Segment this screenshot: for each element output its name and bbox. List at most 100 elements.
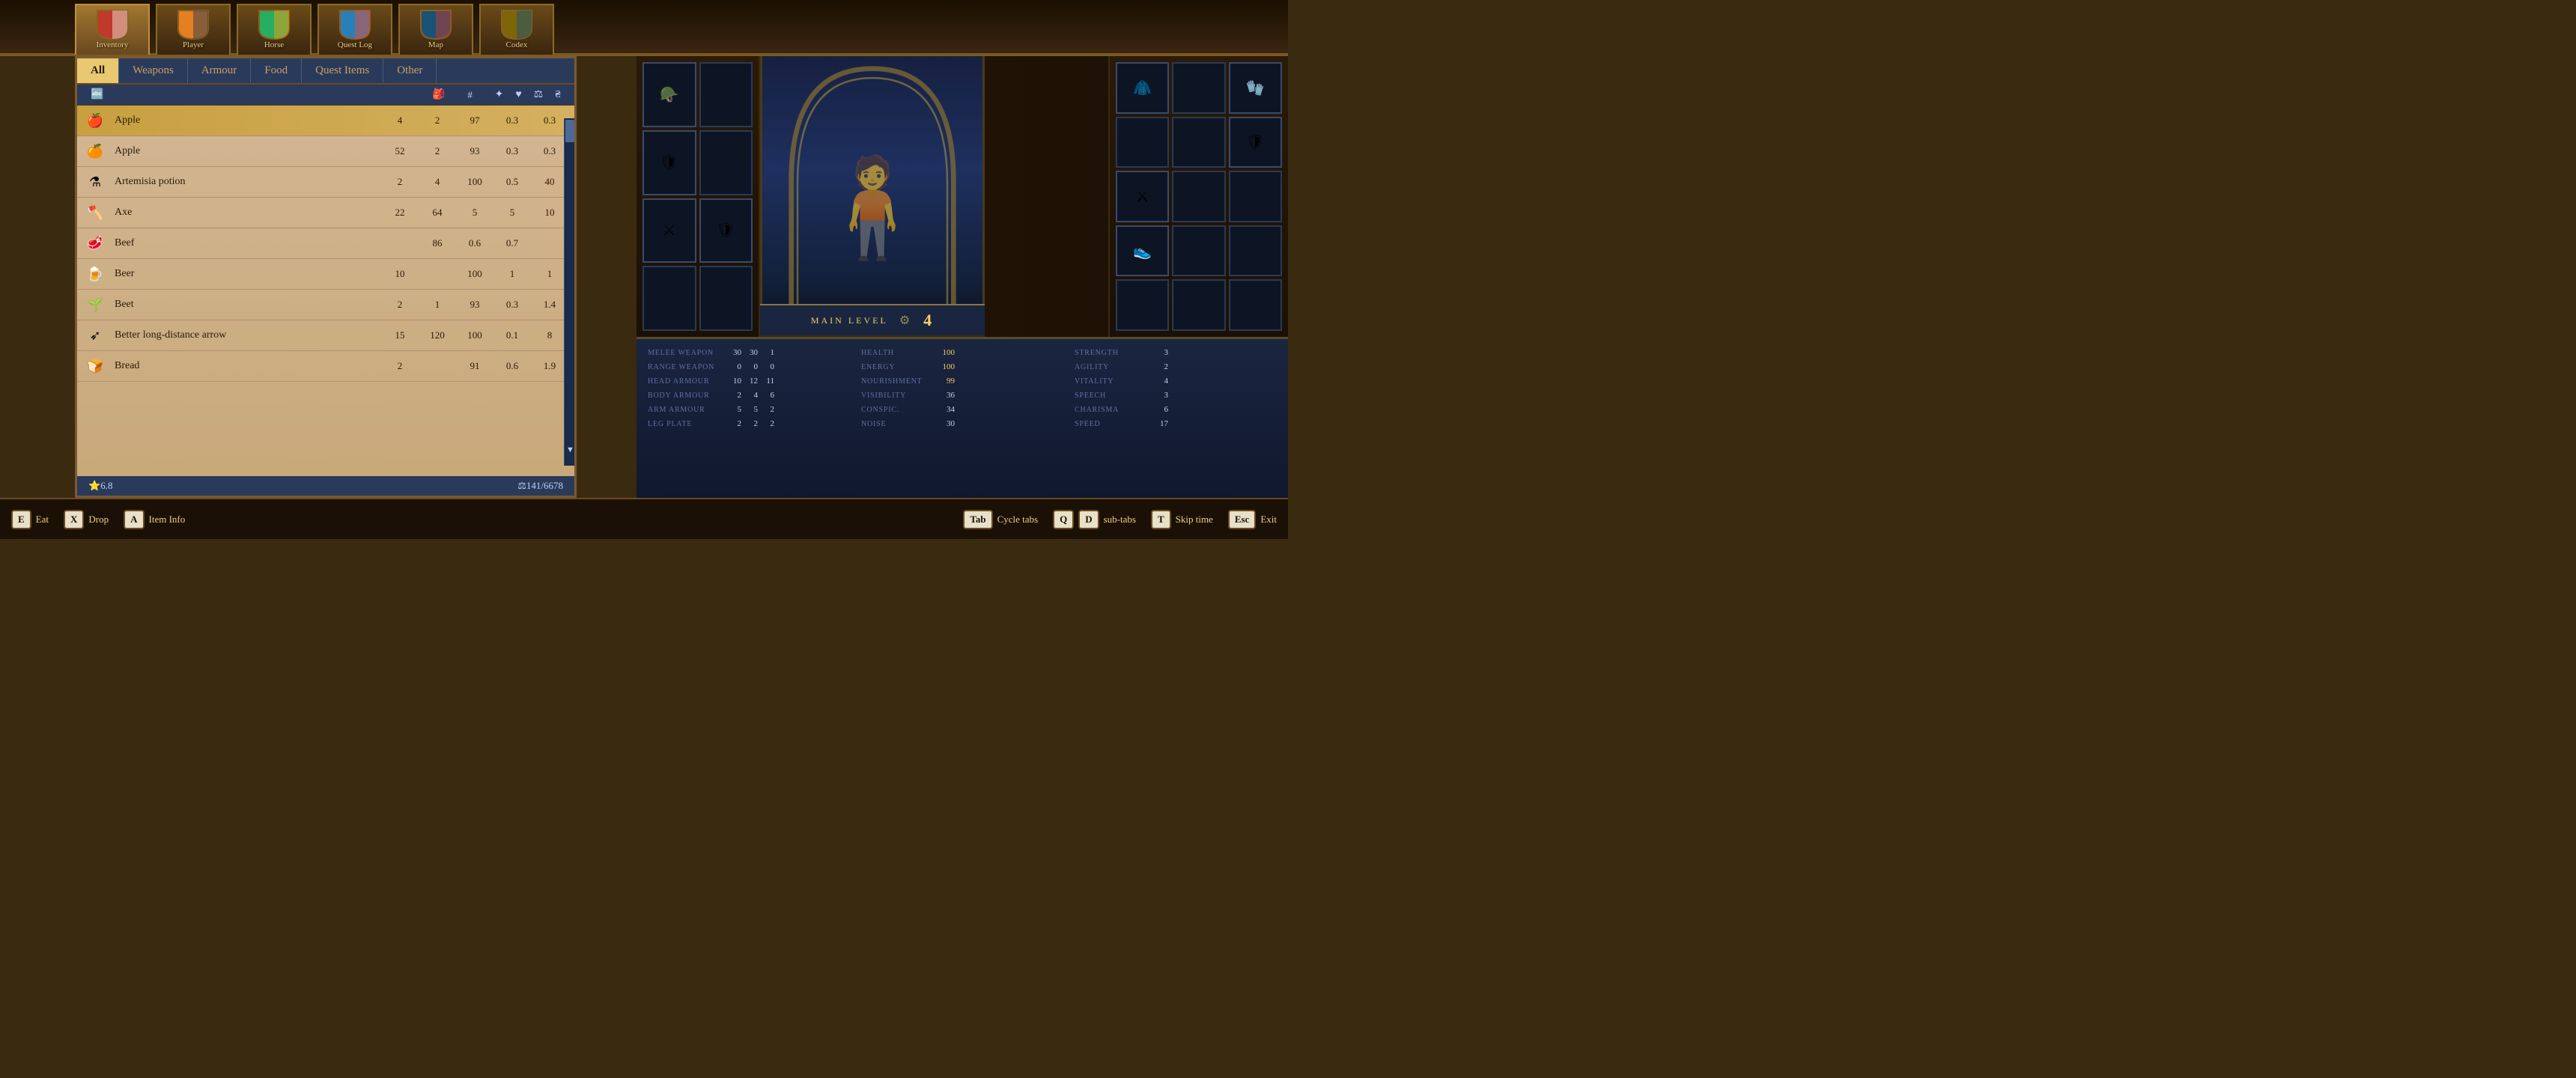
filter-tab-all[interactable]: All [77, 58, 119, 83]
inventory-item-2[interactable]: ⚗Artemisia potion241000.540 [77, 167, 574, 198]
inventory-item-5[interactable]: 🍺Beer1010011 [77, 259, 574, 290]
right-slot-11[interactable] [1229, 225, 1282, 277]
right-slot-3[interactable] [1116, 117, 1169, 168]
key-Q[interactable]: Q [1053, 510, 1074, 529]
inventory-item-0[interactable]: 🍎Apple42970.30.3 [77, 106, 574, 136]
main-level-label: MAIN LEVEL [811, 315, 888, 326]
condition-stat-label-2: NOURISHMENT [861, 377, 940, 386]
inventory-item-4[interactable]: 🥩Beef860.60.7 [77, 228, 574, 259]
combat-stat-v1-5: 2 [726, 419, 741, 428]
shortcut-drop: X Drop [64, 510, 109, 529]
right-slot-2[interactable]: 🧤 [1229, 62, 1282, 114]
scroll-arrow[interactable]: ▼ [566, 445, 574, 454]
condition-stats: HEALTH100ENERGY100NOURISHMENT99VISIBILIT… [861, 348, 1063, 489]
inventory-item-3[interactable]: 🪓Axe22645510 [77, 198, 574, 228]
nav-tab-quest_log[interactable]: Quest Log [318, 4, 392, 55]
left-slot-5[interactable]: 🛡 [699, 198, 753, 264]
key-Tab[interactable]: Tab [963, 510, 992, 529]
key-X[interactable]: X [64, 510, 84, 529]
weight-icon: ⚖ [534, 88, 544, 101]
nav-tab-horse[interactable]: Horse [237, 4, 312, 55]
filter-tab-quest_items[interactable]: Quest Items [302, 58, 383, 83]
key-A[interactable]: A [124, 510, 144, 529]
key-E[interactable]: E [11, 510, 31, 529]
item-col-7-0: 15 [381, 329, 419, 341]
item-name-4: Beef [115, 237, 381, 249]
right-slot-8[interactable] [1229, 171, 1282, 222]
nav-tab-codex[interactable]: Codex [479, 4, 554, 55]
condition-stat-value-3: 36 [940, 391, 955, 400]
item-col-8-4: 1.9 [531, 360, 568, 372]
scroll-thumb[interactable] [565, 120, 574, 142]
inventory-table-header: 🔤 🎒 # ✦ ♥ ⚖ ₴ [77, 85, 574, 106]
filter-tab-armour[interactable]: Armour [188, 58, 252, 83]
item-col-5-4: 1 [531, 268, 568, 280]
combat-stat-v3-4: 2 [759, 405, 774, 414]
right-slot-14[interactable] [1229, 279, 1282, 331]
right-slot-12[interactable] [1116, 279, 1169, 331]
item-name-7: Better long-distance arrow [115, 329, 381, 341]
shortcut-label-drop: Drop [88, 514, 109, 526]
combat-stat-v1-1: 0 [726, 362, 741, 371]
right-slot-4[interactable] [1172, 117, 1225, 168]
nav-tab-map[interactable]: Map [398, 4, 473, 55]
left-slot-7[interactable] [699, 266, 753, 331]
nav-tab-label-inventory: Inventory [97, 40, 129, 49]
nav-tab-inventory[interactable]: Inventory [75, 4, 150, 55]
condition-stat-value-1: 100 [940, 362, 955, 371]
inventory-item-8[interactable]: 🍞Bread2910.61.9 [77, 351, 574, 382]
right-slot-7[interactable] [1172, 171, 1225, 222]
right-slot-10[interactable] [1172, 225, 1225, 277]
item-col-1-2: 93 [456, 145, 493, 157]
item-col-4-1: 86 [419, 237, 456, 249]
inventory-item-7[interactable]: ➶Better long-distance arrow151201000.18 [77, 320, 574, 351]
nav-tab-label-codex: Codex [506, 40, 528, 49]
inventory-item-6[interactable]: 🌱Beet21930.31.4 [77, 290, 574, 320]
item-col-7-4: 8 [531, 329, 568, 341]
attribute-label-1: AGILITY [1075, 363, 1153, 371]
left-slot-0[interactable]: 🪖 [643, 62, 696, 127]
right-slot-13[interactable] [1172, 279, 1225, 331]
item-col-1-1: 2 [419, 145, 456, 157]
nav-tab-label-map: Map [428, 40, 443, 49]
item-icon-0: 🍎 [83, 109, 107, 133]
item-col-3-2: 5 [456, 207, 493, 219]
left-slot-2[interactable]: 🛡 [643, 130, 696, 195]
item-col-0-3: 0.3 [493, 115, 531, 127]
combat-stat-v3-1: 0 [759, 362, 774, 371]
filter-tab-weapons[interactable]: Weapons [119, 58, 188, 83]
item-col-6-2: 93 [456, 299, 493, 311]
key-T[interactable]: T [1151, 510, 1171, 529]
item-name-5: Beer [115, 268, 381, 280]
weight-icon-footer: ⚖ [517, 480, 526, 492]
level-display: MAIN LEVEL ⚙ 4 [760, 304, 985, 337]
condition-stat-value-2: 99 [940, 377, 955, 386]
filter-tab-food[interactable]: Food [251, 58, 302, 83]
key-Esc[interactable]: Esc [1228, 510, 1257, 529]
combat-stat-v1-3: 2 [726, 391, 741, 400]
right-slot-9[interactable]: 👟 [1116, 225, 1169, 277]
inventory-item-1[interactable]: 🍊Apple522930.30.3 [77, 136, 574, 167]
nav-tab-player[interactable]: Player [156, 4, 231, 55]
attribute-value-0: 3 [1153, 348, 1168, 357]
left-slot-3[interactable] [699, 130, 753, 195]
right-slot-1[interactable] [1172, 62, 1225, 114]
item-icon-3: 🪓 [83, 201, 107, 225]
filter-tab-other[interactable]: Other [383, 58, 437, 83]
left-slot-1[interactable] [699, 62, 753, 127]
scrollbar[interactable]: ▼ [564, 118, 574, 466]
right-slot-0[interactable]: 🧥 [1116, 62, 1169, 114]
combat-stat-v2-2: 12 [743, 377, 758, 386]
item-col-4-3: 0.7 [493, 237, 531, 249]
shortcut-eat: EEat [11, 510, 49, 529]
key-D[interactable]: D [1078, 510, 1099, 529]
left-slot-6[interactable] [643, 266, 696, 331]
condition-stat-1: ENERGY100 [861, 362, 1063, 371]
combat-stat-v2-0: 30 [743, 348, 758, 357]
attribute-label-4: CHARISMA [1075, 406, 1153, 414]
right-slot-6[interactable]: ⚔ [1116, 171, 1169, 222]
left-slot-4[interactable]: ⚔ [643, 198, 696, 264]
item-name-2: Artemisia potion [115, 176, 381, 188]
sort-icon[interactable]: 🔤 [91, 88, 103, 101]
right-slot-5[interactable]: 🛡 [1229, 117, 1282, 168]
